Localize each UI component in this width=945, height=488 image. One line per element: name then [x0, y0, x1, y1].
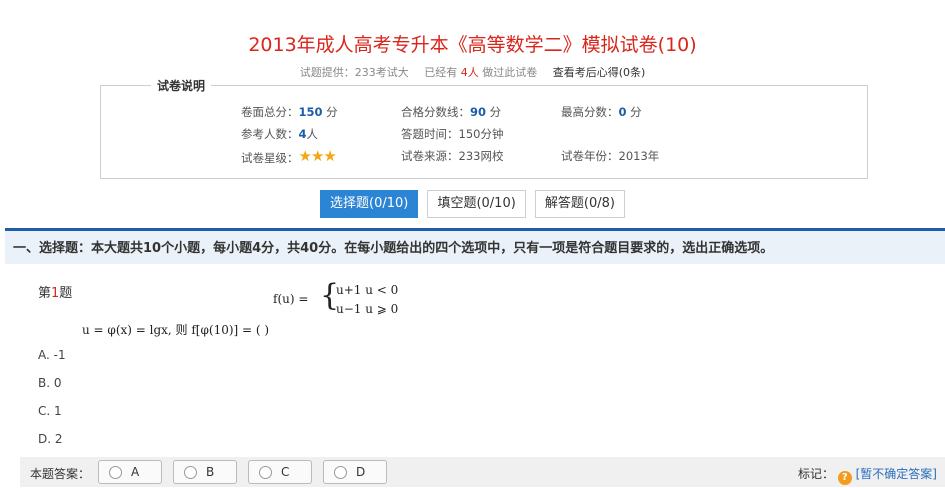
max-score-unit: 分 — [630, 105, 642, 119]
pass-score-label: 合格分数线： — [401, 105, 470, 119]
info-legend: 试卷说明 — [151, 77, 212, 94]
radio-icon — [259, 466, 272, 479]
star-rating-icon: ★★★ — [298, 147, 337, 165]
exam-source: 试卷来源：233网校 — [401, 149, 504, 163]
mark-label: 标记： — [797, 467, 834, 481]
answer-letter-b: B — [206, 465, 215, 479]
option-c: C. 1 — [38, 404, 62, 418]
exam-stars: 试卷星级：★★★ — [241, 147, 337, 166]
max-score-value: 0 — [618, 105, 627, 119]
answer-button-b[interactable]: B — [173, 460, 237, 484]
question-prefix: 第 — [38, 286, 52, 301]
total-score-value: 150 — [298, 105, 323, 119]
done-prefix: 已经有 — [424, 66, 458, 79]
done-suffix: 做过此试卷 — [482, 66, 538, 79]
formula-lhs: f(u) = — [273, 292, 309, 306]
option-d: D. 2 — [38, 432, 63, 446]
question-type-tabs: 选择题(0/10) 填空题(0/10) 解答题(0/8) — [0, 190, 945, 218]
takers-unit: 人 — [306, 127, 319, 141]
option-a: A. -1 — [38, 348, 66, 362]
provider-text: 试题提供：233考试大 — [299, 66, 409, 79]
exam-info-box: 试卷说明 卷面总分：150 分 合格分数线：90 分 最高分数：0 分 参考人数… — [100, 77, 868, 179]
tab-choice[interactable]: 选择题(0/10) — [320, 190, 419, 218]
formula-case-2: u−1 u ⩾ 0 — [336, 302, 399, 316]
radio-icon — [184, 466, 197, 479]
tab-answer[interactable]: 解答题(0/8) — [534, 190, 625, 218]
answer-bar: 本题答案： A B C D 标记： ? [暂不确定答案] — [20, 457, 945, 487]
stars-label: 试卷星级： — [241, 151, 299, 165]
takers-count: 参考人数：4人 — [241, 126, 318, 142]
max-score: 最高分数：0 分 — [561, 104, 642, 120]
max-score-label: 最高分数： — [561, 105, 619, 119]
total-score-unit: 分 — [326, 105, 338, 119]
answer-time: 答题时间：150分钟 — [401, 127, 504, 141]
takers-label: 参考人数： — [241, 127, 299, 141]
total-score-label: 卷面总分： — [241, 105, 299, 119]
mark-uncertain-link[interactable]: [暂不确定答案] — [856, 467, 937, 481]
done-count-text: 已经有 4人 做过此试卷 — [424, 66, 541, 79]
mark-area: 标记： ? [暂不确定答案] — [798, 465, 937, 485]
formula-case-1: u+1 u < 0 — [336, 283, 399, 297]
answer-letter-a: A — [131, 465, 140, 479]
radio-icon — [109, 466, 122, 479]
done-count: 4人 — [460, 66, 479, 79]
question-suffix: 题 — [59, 286, 73, 301]
section-heading: 一、选择题：本大题共10个小题，每小题4分，共40分。在每小题给出的四个选项中，… — [5, 228, 945, 264]
question-number: 第1题 — [38, 282, 72, 301]
notes-link[interactable]: 查看考后心得(0条) — [553, 66, 646, 79]
question-stem: u = φ(x) = lgx, 则 f[φ(10)] = ( ) — [82, 323, 270, 337]
answer-letter-d: D — [356, 465, 366, 479]
answer-button-c[interactable]: C — [248, 460, 312, 484]
takers-value: 4 — [298, 127, 307, 141]
exam-meta: 试题提供：233考试大 已经有 4人 做过此试卷 查看考后心得(0条) — [0, 64, 945, 80]
pass-score-unit: 分 — [489, 105, 502, 119]
answer-label: 本题答案： — [30, 467, 91, 481]
answer-button-d[interactable]: D — [323, 460, 387, 484]
exam-year: 试卷年份：2013年 — [561, 149, 660, 163]
page-title: 2013年成人高考专升本《高等数学二》模拟试卷(10) — [248, 34, 697, 56]
answer-letter-c: C — [281, 465, 290, 479]
tab-fill[interactable]: 填空题(0/10) — [427, 190, 526, 218]
total-score: 卷面总分：150 分 — [241, 104, 338, 120]
answer-button-a[interactable]: A — [98, 460, 162, 484]
pass-score: 合格分数线：90 分 — [401, 104, 501, 120]
pass-score-value: 90 — [470, 105, 487, 119]
option-b: B. 0 — [38, 376, 62, 390]
question-mark-icon: ? — [837, 471, 852, 485]
radio-icon — [334, 466, 347, 479]
